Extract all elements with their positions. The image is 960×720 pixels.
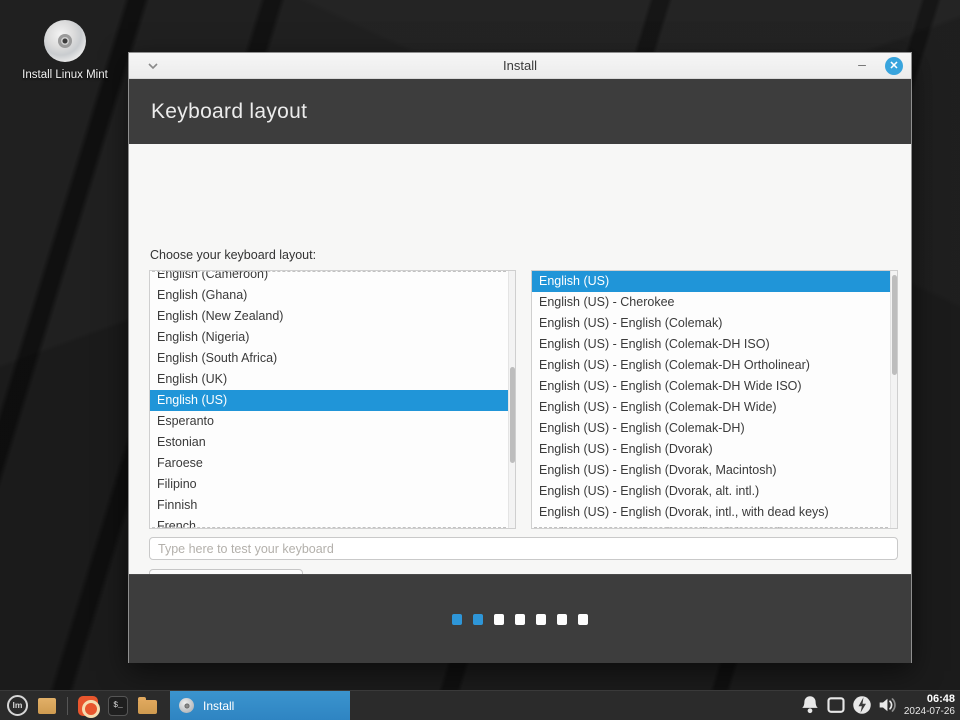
desktop: Install Linux Mint Install – ✕ Keyboard … — [0, 0, 960, 720]
show-desktop-icon[interactable] — [38, 698, 56, 714]
keyboard-layout-list: English (Cameroon)English (Ghana)English… — [149, 270, 516, 529]
variant-list-scrollbar[interactable] — [890, 271, 897, 528]
variant-list-item[interactable]: English (US) - English (Dvorak, left-han… — [532, 523, 890, 529]
variant-list-item[interactable]: English (US) - English (Dvorak) — [532, 439, 890, 460]
desktop-shortcut-label: Install Linux Mint — [18, 68, 112, 83]
mint-menu-icon[interactable]: lm — [7, 695, 28, 716]
layout-list-item[interactable]: English (Nigeria) — [150, 327, 508, 348]
taskbar-window-button-install[interactable]: Install — [170, 691, 350, 720]
scrollbar-thumb[interactable] — [892, 275, 897, 375]
list-undershoot-top — [152, 271, 506, 272]
window-footer — [129, 574, 911, 663]
variant-list-item[interactable]: English (US) - English (Dvorak, intl., w… — [532, 502, 890, 523]
layout-list-item[interactable]: English (New Zealand) — [150, 306, 508, 327]
variant-list-item[interactable]: English (US) - English (Colemak-DH Wide) — [532, 397, 890, 418]
title-bar: Install – ✕ — [129, 53, 911, 79]
firefox-icon[interactable] — [78, 696, 98, 716]
bell-icon[interactable] — [800, 695, 820, 715]
volume-icon[interactable] — [878, 695, 898, 715]
window-content: Choose your keyboard layout: English (Ca… — [129, 144, 911, 574]
layout-list-item[interactable]: English (Ghana) — [150, 285, 508, 306]
layout-list-item[interactable]: Faroese — [150, 453, 508, 474]
layout-list-scrollbar[interactable] — [508, 271, 515, 528]
variant-list-item[interactable]: English (US) - English (Colemak-DH) — [532, 418, 890, 439]
display-icon[interactable] — [826, 695, 846, 715]
progress-dot — [473, 614, 483, 625]
layout-list-item[interactable]: English (UK) — [150, 369, 508, 390]
clock-time: 06:48 — [904, 693, 955, 706]
power-icon[interactable] — [852, 695, 872, 715]
variant-list-item[interactable]: English (US) - English (Dvorak, Macintos… — [532, 460, 890, 481]
variant-list-item[interactable]: English (US) — [532, 271, 890, 292]
minimize-button[interactable]: – — [851, 53, 873, 79]
disc-icon — [44, 20, 86, 62]
page-header: Keyboard layout — [129, 79, 911, 144]
list-undershoot-bottom — [534, 527, 888, 528]
keyboard-test-input[interactable] — [149, 537, 898, 560]
progress-dot — [494, 614, 504, 625]
taskbar-window-label: Install — [203, 699, 234, 713]
layout-list-item[interactable]: Esperanto — [150, 411, 508, 432]
files-icon[interactable] — [138, 700, 157, 714]
progress-dot — [536, 614, 546, 625]
progress-dots — [129, 614, 911, 625]
layout-list-item[interactable]: Estonian — [150, 432, 508, 453]
installer-window: Install – ✕ Keyboard layout Choose your … — [128, 52, 912, 663]
layout-list-item[interactable]: Finnish — [150, 495, 508, 516]
layout-list-item[interactable]: English (Cameroon) — [150, 270, 508, 285]
list-undershoot-bottom — [152, 527, 506, 528]
variant-list-item[interactable]: English (US) - English (Colemak-DH ISO) — [532, 334, 890, 355]
page-title: Keyboard layout — [151, 100, 307, 124]
layout-list-item[interactable]: English (US) — [150, 390, 508, 411]
system-tray: 06:48 2024-07-26 — [800, 693, 960, 717]
close-button[interactable]: ✕ — [885, 57, 903, 75]
layout-list-item[interactable]: English (South Africa) — [150, 348, 508, 369]
variant-list-item[interactable]: English (US) - English (Colemak-DH Ortho… — [532, 355, 890, 376]
variant-list-item[interactable]: English (US) - English (Colemak) — [532, 313, 890, 334]
choose-layout-label: Choose your keyboard layout: — [150, 248, 316, 262]
disc-icon — [179, 698, 194, 713]
variant-list-item[interactable]: English (US) - English (Dvorak, alt. int… — [532, 481, 890, 502]
desktop-shortcut-install-linux-mint[interactable]: Install Linux Mint — [18, 20, 112, 83]
clock[interactable]: 06:48 2024-07-26 — [904, 693, 955, 717]
scrollbar-thumb[interactable] — [510, 367, 515, 463]
progress-dot — [452, 614, 462, 625]
window-title: Install — [129, 53, 911, 79]
progress-dot — [515, 614, 525, 625]
variant-list-item[interactable]: English (US) - Cherokee — [532, 292, 890, 313]
variant-list-item[interactable]: English (US) - English (Colemak-DH Wide … — [532, 376, 890, 397]
keyboard-variant-list: English (US)English (US) - CherokeeEngli… — [531, 270, 898, 529]
progress-dot — [557, 614, 567, 625]
clock-date: 2024-07-26 — [904, 706, 955, 718]
taskbar-separator — [67, 697, 68, 715]
taskbar: lm $_ Install — [0, 690, 960, 720]
layout-list-item[interactable]: Filipino — [150, 474, 508, 495]
progress-dot — [578, 614, 588, 625]
terminal-icon[interactable]: $_ — [108, 696, 128, 716]
